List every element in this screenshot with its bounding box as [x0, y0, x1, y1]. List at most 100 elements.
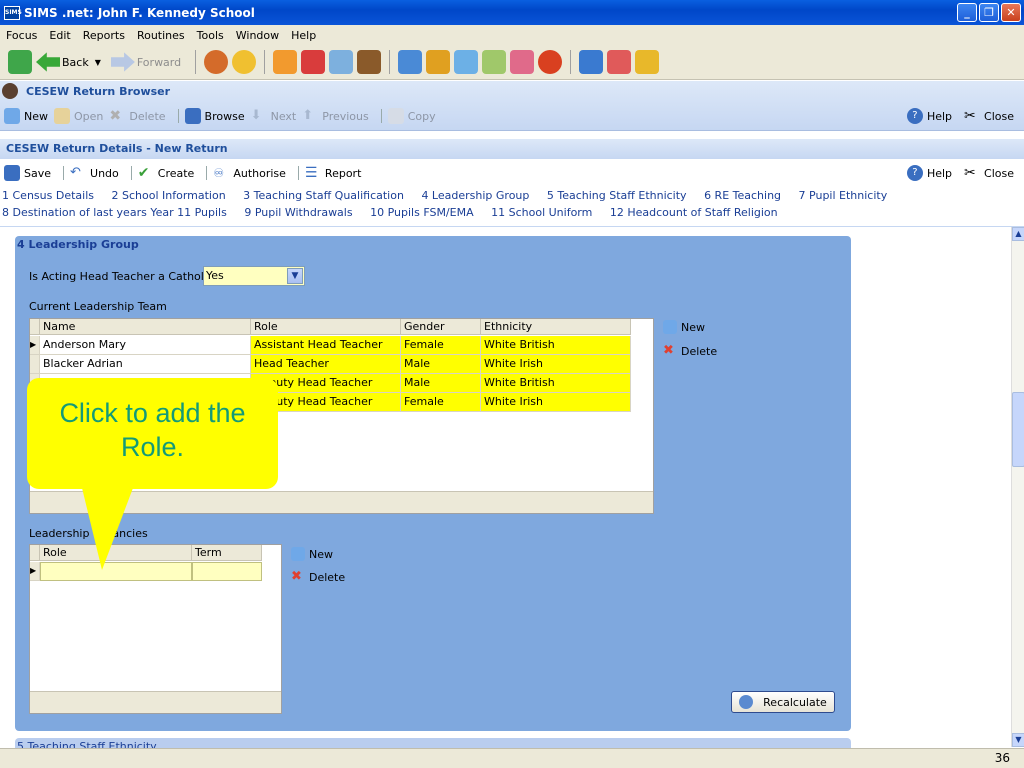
undo-button[interactable]: ↶ Undo	[70, 165, 119, 181]
cell-role[interactable]: Head Teacher	[251, 355, 401, 374]
link-pupil-ethnicity[interactable]: 7 Pupil Ethnicity	[799, 189, 888, 202]
save-button[interactable]: Save	[4, 165, 51, 181]
link-census-details[interactable]: 1 Census Details	[2, 189, 94, 202]
table-row[interactable]: ▶ Anderson Mary Assistant Head Teacher F…	[30, 336, 631, 355]
grid-header: Role Term	[30, 545, 262, 561]
cell-role[interactable]: Assistant Head Teacher	[251, 336, 401, 355]
details-close-label: Close	[984, 166, 1014, 180]
team-delete-button[interactable]: ✖ Delete	[663, 343, 717, 359]
clock-icon[interactable]	[538, 50, 563, 74]
link-school-uniform[interactable]: 11 School Uniform	[491, 206, 592, 219]
team-new-button[interactable]: New	[663, 320, 705, 334]
cell-gender[interactable]: Female	[401, 336, 481, 355]
create-button[interactable]: ✔ Create	[138, 165, 195, 181]
folder-icon[interactable]	[273, 50, 298, 74]
menu-edit[interactable]: Edit	[43, 29, 76, 42]
people-icon[interactable]	[204, 50, 229, 74]
link-teaching-staff-qualification[interactable]: 3 Teaching Staff Qualification	[243, 189, 404, 202]
col-term[interactable]: Term	[192, 545, 262, 560]
cell-ethnicity[interactable]: White Irish	[481, 393, 631, 412]
home-icon[interactable]	[8, 50, 32, 74]
main-toolbar: Back ▼ Forward	[0, 45, 1024, 80]
menu-reports[interactable]: Reports	[77, 29, 131, 42]
link-school-information[interactable]: 2 School Information	[111, 189, 225, 202]
scroll-up-icon[interactable]: ▲	[1012, 227, 1024, 241]
cell-ethnicity[interactable]: White Irish	[481, 355, 631, 374]
table-row[interactable]: Blacker Adrian Head Teacher Male White I…	[30, 355, 631, 374]
vacancy-role-cell[interactable]	[40, 562, 192, 581]
browser-new-label: New	[24, 109, 48, 123]
vacancy-delete-button[interactable]: ✖ Delete	[291, 569, 345, 585]
browser-title: CESEW Return Browser	[26, 84, 171, 98]
col-gender[interactable]: Gender	[401, 319, 481, 334]
exams-icon[interactable]	[635, 50, 660, 74]
notes-icon[interactable]	[482, 50, 507, 74]
browser-open-button[interactable]: Open	[54, 108, 103, 124]
dropdown-arrow-icon[interactable]: ▼	[95, 58, 101, 67]
cell-gender[interactable]: Male	[401, 355, 481, 374]
vertical-scrollbar[interactable]: ▲ ▼	[1011, 227, 1024, 747]
students-icon[interactable]	[398, 50, 423, 74]
browser-help-label: Help	[926, 109, 953, 123]
minimize-button[interactable]: _	[957, 3, 977, 22]
class-icon[interactable]	[426, 50, 451, 74]
col-name[interactable]: Name	[40, 319, 251, 334]
toolbar-separator	[195, 50, 197, 74]
vacancy-new-button[interactable]: New	[291, 547, 333, 561]
recalculate-button[interactable]: Recalculate	[731, 691, 835, 713]
vacancy-term-cell[interactable]	[192, 562, 262, 581]
menu-help[interactable]: Help	[285, 29, 322, 42]
forward-button[interactable]: Forward	[109, 50, 181, 74]
cell-ethnicity[interactable]: White British	[481, 336, 631, 355]
col-role[interactable]: Role	[40, 545, 192, 560]
menu-routines[interactable]: Routines	[131, 29, 191, 42]
browser-browse-button[interactable]: Browse	[184, 108, 245, 124]
browser-help-button[interactable]: ? Help	[906, 108, 953, 124]
details-close-button[interactable]: ✂ Close	[964, 165, 1014, 181]
cell-gender[interactable]: Male	[401, 374, 481, 393]
restore-button[interactable]: ❐	[979, 3, 999, 22]
staff-icon[interactable]	[510, 50, 535, 74]
scrollbar-thumb[interactable]	[1012, 392, 1024, 467]
books-icon[interactable]	[357, 50, 382, 74]
report-button[interactable]: ☰ Report	[305, 165, 361, 181]
details-help-button[interactable]: ? Help	[906, 165, 953, 181]
person-icon[interactable]	[232, 50, 257, 74]
browser-copy-button[interactable]: Copy	[387, 108, 436, 124]
link-re-teaching[interactable]: 6 RE Teaching	[704, 189, 781, 202]
back-button[interactable]: Back ▼	[34, 50, 101, 74]
link-destination-year11[interactable]: 8 Destination of last years Year 11 Pupi…	[2, 206, 227, 219]
cell-gender[interactable]: Female	[401, 393, 481, 412]
menu-window[interactable]: Window	[230, 29, 285, 42]
menu-tools[interactable]: Tools	[191, 29, 230, 42]
close-window-button[interactable]: ✕	[1001, 3, 1021, 22]
cell-name[interactable]: Blacker Adrian	[40, 355, 251, 374]
details-help-label: Help	[926, 166, 953, 180]
register-icon[interactable]	[454, 50, 479, 74]
link-leadership-group[interactable]: 4 Leadership Group	[421, 189, 529, 202]
vacancy-new-row[interactable]: ▶	[30, 562, 262, 581]
browser-next-button[interactable]: ⬇ Next	[251, 108, 297, 124]
browser-delete-button[interactable]: ✖ Delete	[109, 108, 165, 124]
browser-previous-button[interactable]: ⬆ Previous	[302, 108, 369, 124]
scroll-down-icon[interactable]: ▼	[1012, 733, 1024, 747]
assessment-icon[interactable]	[579, 50, 604, 74]
browser-new-button[interactable]: New	[4, 108, 48, 124]
menu-focus[interactable]: Focus	[0, 29, 43, 42]
flags-icon[interactable]	[301, 50, 326, 74]
browser-close-button[interactable]: ✂ Close	[964, 108, 1014, 124]
col-ethnicity[interactable]: Ethnicity	[481, 319, 631, 334]
link-pupils-fsm-ema[interactable]: 10 Pupils FSM/EMA	[370, 206, 474, 219]
next-section-header[interactable]: 5 Teaching Staff Ethnicity	[15, 738, 851, 748]
authorise-button[interactable]: ♾ Authorise	[213, 165, 286, 181]
cell-name[interactable]: Anderson Mary	[40, 336, 251, 355]
envelope-icon[interactable]	[329, 50, 354, 74]
cell-ethnicity[interactable]: White British	[481, 374, 631, 393]
link-teaching-staff-ethnicity[interactable]: 5 Teaching Staff Ethnicity	[547, 189, 687, 202]
acting-head-dropdown[interactable]: Yes ▼	[203, 266, 305, 286]
reports-icon[interactable]	[607, 50, 632, 74]
link-pupil-withdrawals[interactable]: 9 Pupil Withdrawals	[244, 206, 352, 219]
chevron-down-icon[interactable]: ▼	[287, 268, 303, 284]
link-headcount-staff-religion[interactable]: 12 Headcount of Staff Religion	[610, 206, 778, 219]
col-role[interactable]: Role	[251, 319, 401, 334]
